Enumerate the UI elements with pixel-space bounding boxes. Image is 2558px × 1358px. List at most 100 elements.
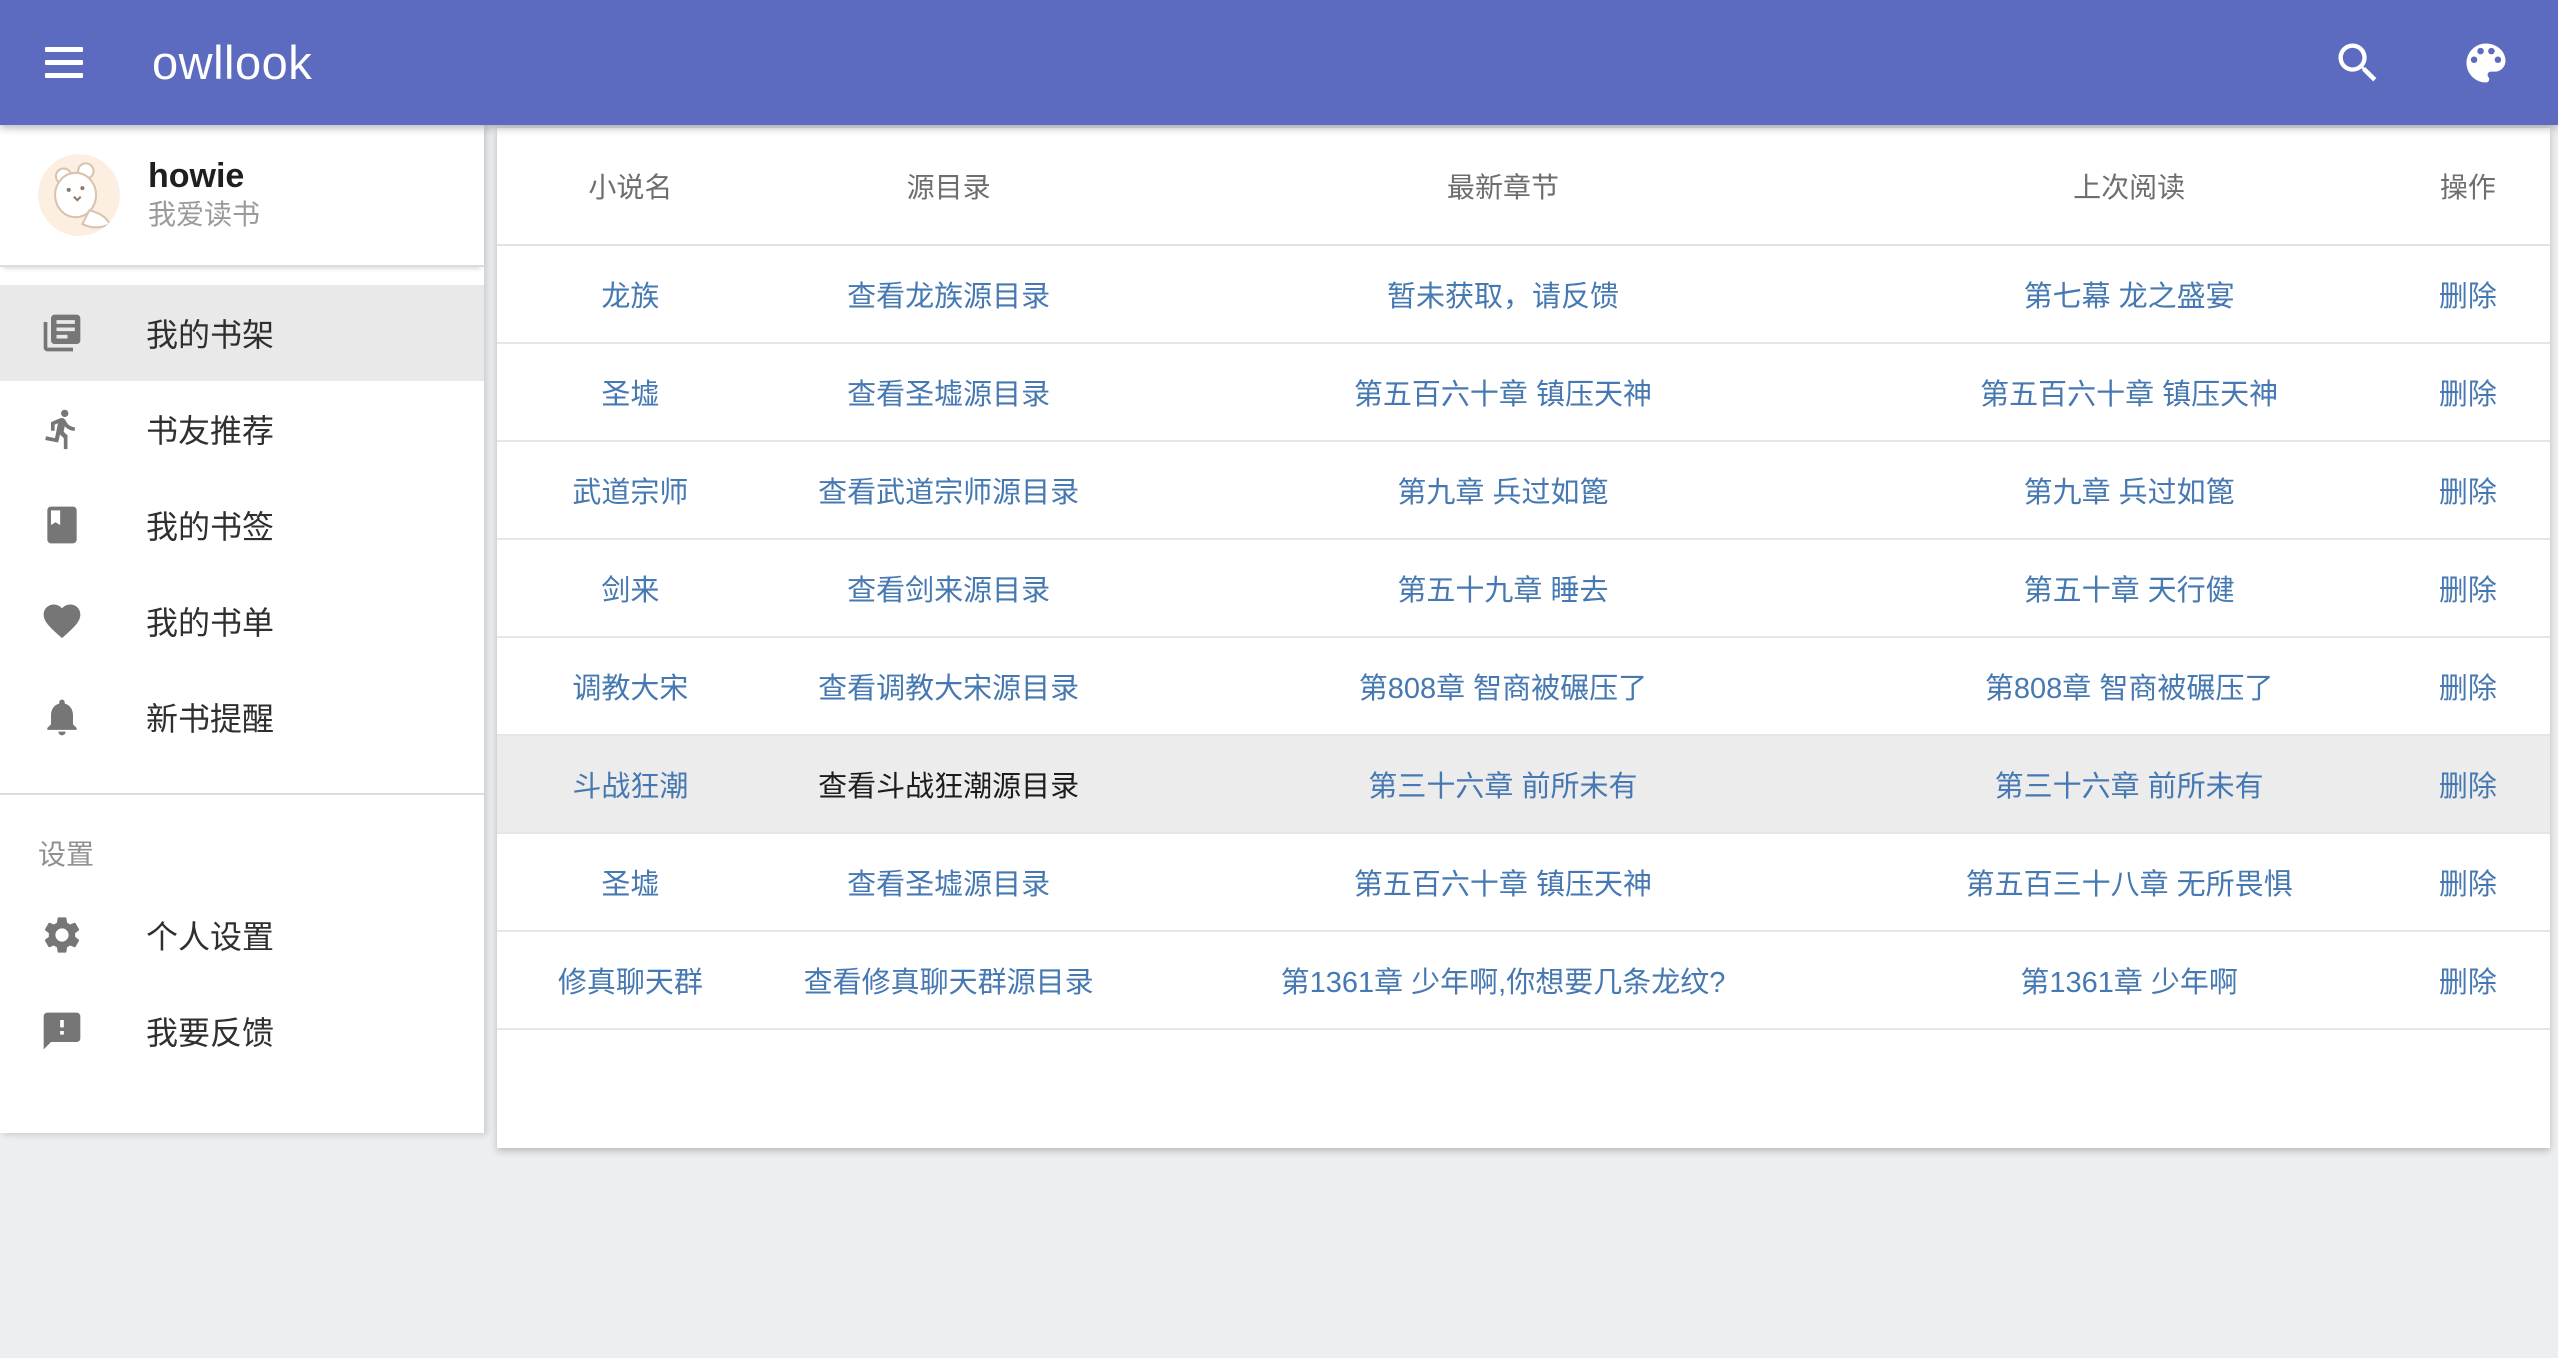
profile-text: howie 我爱读书: [148, 156, 260, 234]
table-cell: 第五百六十章 镇压天神: [1133, 833, 1872, 931]
sidebar-settings-item-0[interactable]: 个人设置: [0, 887, 484, 983]
sidebar-item-0[interactable]: 我的书架: [0, 285, 484, 381]
last-read-link[interactable]: 第808章 智商被碾压了: [1985, 673, 2273, 705]
table-cell: 删除: [2386, 343, 2550, 441]
latest-chapter-link[interactable]: 第三十六章 前所未有: [1368, 771, 1637, 803]
table-cell: 查看武道宗师源目录: [764, 441, 1134, 539]
menu-item-label: 书友推荐: [146, 406, 274, 452]
delete-link[interactable]: 删除: [2439, 575, 2497, 607]
table-row: 斗战狂潮 查看斗战狂潮源目录 第三十六章 前所未有 第三十六章 前所未有 删除: [497, 735, 2550, 833]
menu-icon[interactable]: [16, 15, 112, 111]
table-row: 修真聊天群 查看修真聊天群源目录 第1361章 少年啊,你想要几条龙纹? 第1361章…: [497, 931, 2550, 1029]
source-catalog-link[interactable]: 查看圣墟源目录: [847, 869, 1050, 901]
table-cell: 删除: [2386, 441, 2550, 539]
sidebar: howie 我爱读书 我的书架书友推荐我的书签我的书单新书提醒 设置 个人设置我…: [0, 125, 484, 1133]
search-icon[interactable]: [2322, 27, 2394, 99]
delete-link[interactable]: 删除: [2439, 281, 2497, 313]
table-header-row: 小说名源目录最新章节上次阅读操作: [497, 128, 2550, 245]
source-catalog-link[interactable]: 查看修真聊天群源目录: [804, 967, 1094, 999]
palette-icon[interactable]: [2450, 27, 2522, 99]
latest-chapter-link[interactable]: 第五百六十章 镇压天神: [1354, 379, 1652, 411]
last-read-link[interactable]: 第五十章 天行健: [2024, 575, 2235, 607]
table-cell: 第五十九章 睡去: [1133, 539, 1872, 637]
source-catalog-link[interactable]: 查看剑来源目录: [847, 575, 1050, 607]
table-cell: 调教大宋: [497, 637, 764, 735]
app-title: owllook: [152, 35, 312, 90]
gear-icon: [40, 913, 84, 957]
table-row: 调教大宋 查看调教大宋源目录 第808章 智商被碾压了 第808章 智商被碾压了 删除: [497, 637, 2550, 735]
column-header: 操作: [2386, 128, 2550, 245]
delete-link[interactable]: 删除: [2439, 869, 2497, 901]
novel-name-link[interactable]: 调教大宋: [572, 673, 688, 705]
last-read-link[interactable]: 第五百三十八章 无所畏惧: [1966, 869, 2293, 901]
table-cell: 删除: [2386, 833, 2550, 931]
table-cell: 查看调教大宋源目录: [764, 637, 1134, 735]
table-cell: 删除: [2386, 931, 2550, 1029]
delete-link[interactable]: 删除: [2439, 379, 2497, 411]
latest-chapter-link[interactable]: 第五百六十章 镇压天神: [1354, 869, 1652, 901]
source-catalog-link[interactable]: 查看斗战狂潮源目录: [818, 771, 1079, 803]
last-read-link[interactable]: 第五百六十章 镇压天神: [1980, 379, 2278, 411]
table-cell: 圣墟: [497, 343, 764, 441]
bookshelf-card: 小说名源目录最新章节上次阅读操作 龙族 查看龙族源目录 暂未获取，请反馈 第七幕 龙之…: [497, 128, 2550, 1148]
user-profile: howie 我爱读书: [0, 125, 484, 267]
heart-icon: [40, 599, 84, 643]
latest-chapter-link[interactable]: 第1361章 少年啊,你想要几条龙纹?: [1281, 967, 1726, 999]
bell-icon: [40, 695, 84, 739]
delete-link[interactable]: 删除: [2439, 771, 2497, 803]
table-cell: 武道宗师: [497, 441, 764, 539]
latest-chapter-link[interactable]: 第808章 智商被碾压了: [1359, 673, 1647, 705]
novel-name-link[interactable]: 修真聊天群: [558, 967, 703, 999]
menu-item-label: 我要反馈: [146, 1008, 274, 1054]
table-cell: 查看剑来源目录: [764, 539, 1134, 637]
novel-name-link[interactable]: 斗战狂潮: [572, 771, 688, 803]
source-catalog-link[interactable]: 查看调教大宋源目录: [818, 673, 1079, 705]
table-cell: 第五百六十章 镇压天神: [1872, 343, 2385, 441]
source-catalog-link[interactable]: 查看武道宗师源目录: [818, 477, 1079, 509]
table-cell: 暂未获取，请反馈: [1133, 245, 1872, 343]
sidebar-item-3[interactable]: 我的书单: [0, 573, 484, 669]
sidebar-item-2[interactable]: 我的书签: [0, 477, 484, 573]
novel-name-link[interactable]: 龙族: [601, 281, 659, 313]
table-cell: 第七幕 龙之盛宴: [1872, 245, 2385, 343]
source-catalog-link[interactable]: 查看圣墟源目录: [847, 379, 1050, 411]
table-cell: 删除: [2386, 637, 2550, 735]
last-read-link[interactable]: 第九章 兵过如篦: [2024, 477, 2235, 509]
menu-item-label: 新书提醒: [146, 694, 274, 740]
last-read-link[interactable]: 第1361章 少年啊: [2020, 967, 2238, 999]
table-cell: 第808章 智商被碾压了: [1872, 637, 2385, 735]
sidebar-settings-menu: 个人设置我要反馈: [0, 883, 484, 1093]
table-cell: 查看圣墟源目录: [764, 343, 1134, 441]
novel-name-link[interactable]: 剑来: [601, 575, 659, 607]
novel-name-link[interactable]: 圣墟: [601, 869, 659, 901]
table-cell: 第三十六章 前所未有: [1133, 735, 1872, 833]
source-catalog-link[interactable]: 查看龙族源目录: [847, 281, 1050, 313]
column-header: 小说名: [497, 128, 764, 245]
table-row: 武道宗师 查看武道宗师源目录 第九章 兵过如篦 第九章 兵过如篦 删除: [497, 441, 2550, 539]
latest-chapter-link[interactable]: 第九章 兵过如篦: [1397, 477, 1608, 509]
sidebar-settings-item-1[interactable]: 我要反馈: [0, 983, 484, 1079]
table-cell: 第九章 兵过如篦: [1872, 441, 2385, 539]
novel-name-link[interactable]: 圣墟: [601, 379, 659, 411]
latest-chapter-link[interactable]: 暂未获取，请反馈: [1387, 281, 1619, 313]
latest-chapter-link[interactable]: 第五十九章 睡去: [1397, 575, 1608, 607]
novel-name-link[interactable]: 武道宗师: [572, 477, 688, 509]
table-cell: 第九章 兵过如篦: [1133, 441, 1872, 539]
avatar: [38, 154, 120, 236]
username: howie: [148, 156, 260, 196]
library-books-icon: [40, 311, 84, 355]
delete-link[interactable]: 删除: [2439, 967, 2497, 999]
table-row: 圣墟 查看圣墟源目录 第五百六十章 镇压天神 第五百三十八章 无所畏惧 删除: [497, 833, 2550, 931]
last-read-link[interactable]: 第七幕 龙之盛宴: [2024, 281, 2235, 313]
table-cell: 修真聊天群: [497, 931, 764, 1029]
delete-link[interactable]: 删除: [2439, 673, 2497, 705]
table-cell: 圣墟: [497, 833, 764, 931]
bookmark-book-icon: [40, 503, 84, 547]
last-read-link[interactable]: 第三十六章 前所未有: [1995, 771, 2264, 803]
table-cell: 删除: [2386, 539, 2550, 637]
delete-link[interactable]: 删除: [2439, 477, 2497, 509]
sidebar-item-1[interactable]: 书友推荐: [0, 381, 484, 477]
table-cell: 查看斗战狂潮源目录: [764, 735, 1134, 833]
table-row: 圣墟 查看圣墟源目录 第五百六十章 镇压天神 第五百六十章 镇压天神 删除: [497, 343, 2550, 441]
sidebar-item-4[interactable]: 新书提醒: [0, 669, 484, 765]
